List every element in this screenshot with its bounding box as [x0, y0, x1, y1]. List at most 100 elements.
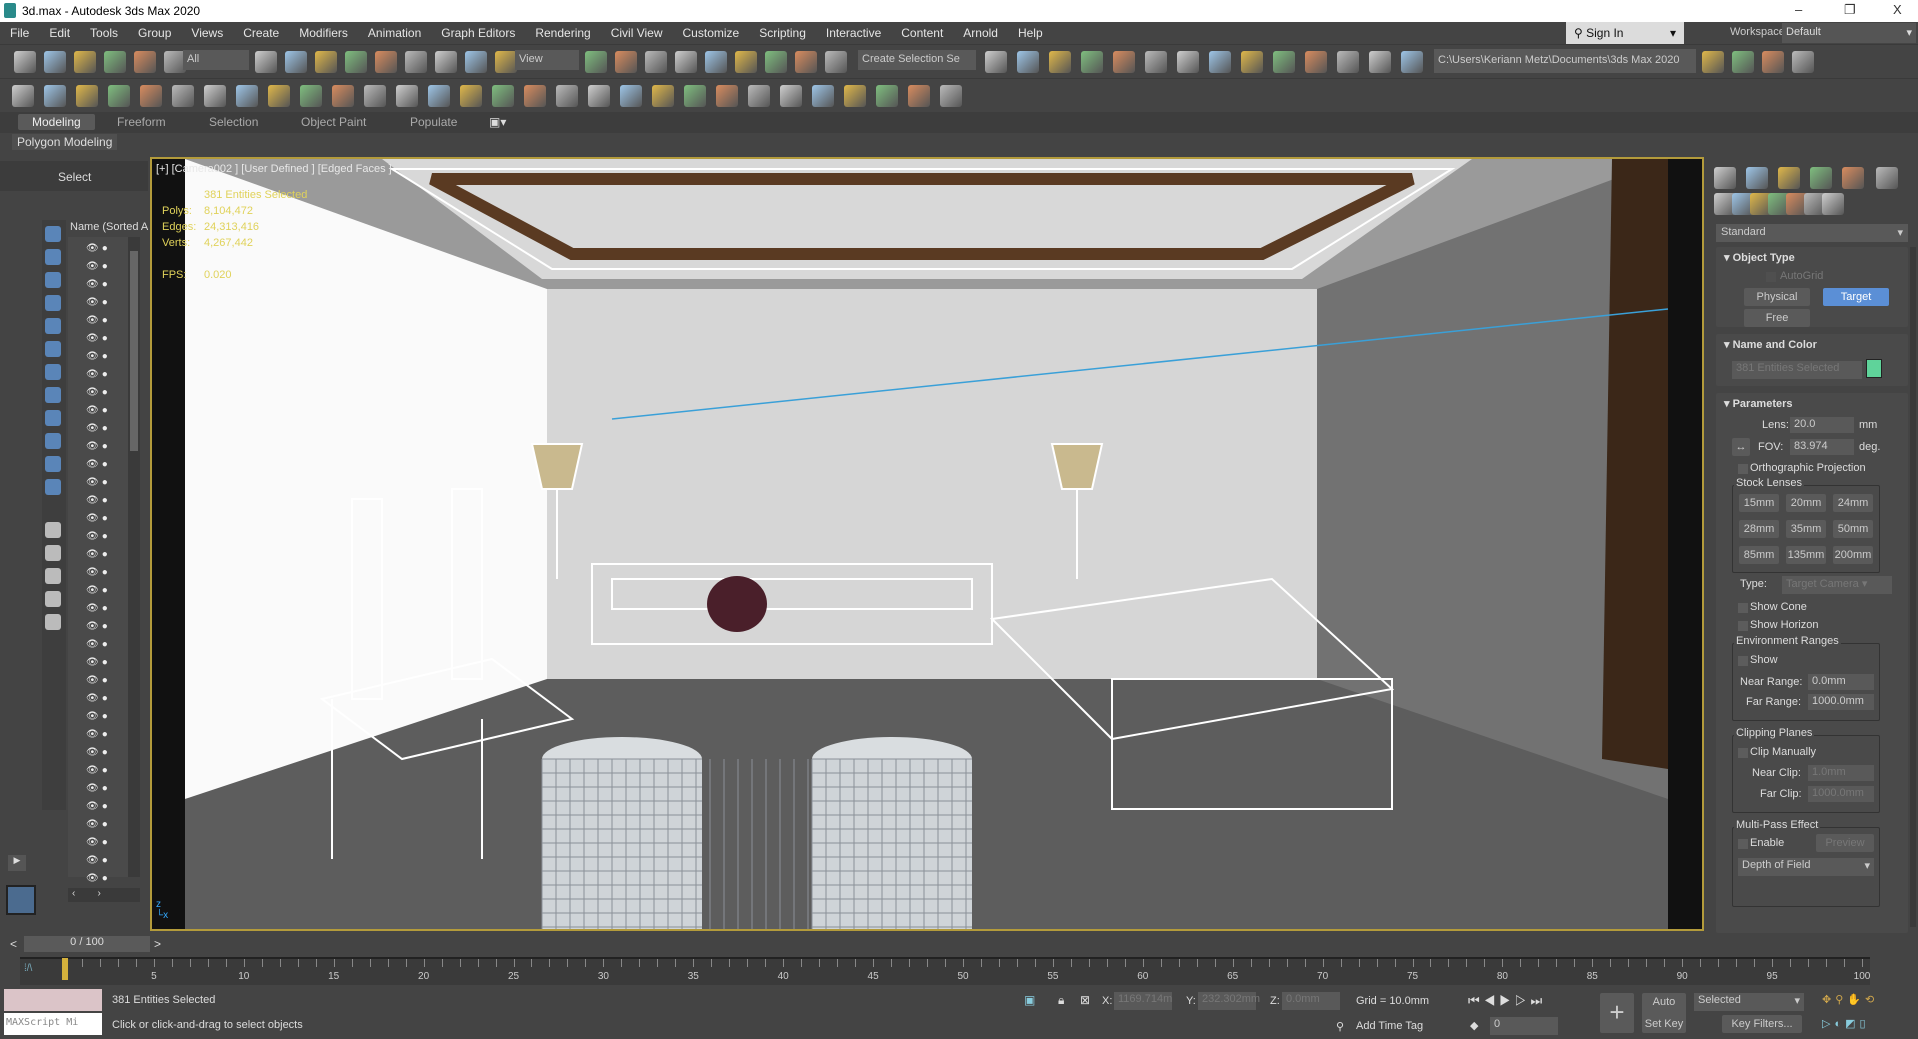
explorer-filter-icon[interactable] — [45, 226, 61, 242]
toolbar-tool-icon[interactable] — [364, 85, 386, 107]
toolbar-tool-icon[interactable] — [14, 51, 36, 73]
object-visibility-row[interactable]: 👁︎● — [86, 405, 111, 416]
object-visibility-row[interactable]: 👁︎● — [86, 711, 111, 722]
toolbar-tool-icon[interactable] — [1241, 51, 1263, 73]
toolbar-tool-icon[interactable] — [844, 85, 866, 107]
set-key-button[interactable]: Set Key — [1642, 1015, 1686, 1033]
toolbar-tool-icon[interactable] — [268, 85, 290, 107]
stock-lens-24mm-button[interactable]: 24mm — [1833, 494, 1873, 512]
previous-frame-button[interactable]: < — [10, 937, 17, 951]
toolbar-tool-icon[interactable] — [780, 85, 802, 107]
ribbon-tab-populate[interactable]: Populate — [410, 115, 457, 129]
object-visibility-row[interactable]: 👁︎● — [86, 315, 111, 326]
command-panel-scrollbar[interactable] — [1910, 247, 1916, 927]
toolbar-tool-icon[interactable] — [716, 85, 738, 107]
explorer-filter-icon[interactable] — [45, 591, 61, 607]
toolbar-tool-icon[interactable] — [1337, 51, 1359, 73]
toolbar-tool-icon[interactable] — [74, 51, 96, 73]
next-frame-button[interactable]: > — [154, 937, 161, 951]
restore-button[interactable]: ❐ — [1844, 2, 1856, 18]
toolbar-tool-icon[interactable] — [76, 85, 98, 107]
explorer-filter-icon[interactable] — [45, 433, 61, 449]
toolbar-tool-icon[interactable] — [435, 51, 457, 73]
playback-controls[interactable]: ⏮◀▶▷⏭ — [1468, 993, 1546, 1009]
fov-spinner[interactable]: 83.974 — [1790, 439, 1854, 455]
explorer-filter-icon[interactable] — [45, 456, 61, 472]
toolbar-tool-icon[interactable] — [1746, 167, 1768, 189]
toolbar-tool-icon[interactable] — [1702, 51, 1724, 73]
toolbar-tool-icon[interactable] — [588, 85, 610, 107]
toolbar-tool-icon[interactable] — [285, 51, 307, 73]
ribbon-options-icon[interactable]: ▣▾ — [489, 115, 506, 129]
object-visibility-row[interactable]: 👁︎● — [86, 423, 111, 434]
menu-civil-view[interactable]: Civil View — [601, 22, 673, 44]
stock-lens-200mm-button[interactable]: 200mm — [1833, 546, 1873, 564]
z-coordinate-field[interactable]: 0.0mm — [1282, 992, 1340, 1010]
toolbar-tool-icon[interactable] — [460, 85, 482, 107]
toolbar-tool-icon[interactable] — [1145, 51, 1167, 73]
add-time-tag[interactable]: Add Time Tag — [1356, 1020, 1423, 1032]
toolbar-tool-icon[interactable] — [315, 51, 337, 73]
toolbar-tool-icon[interactable] — [12, 85, 34, 107]
layer-explorer-icon[interactable] — [6, 885, 36, 915]
current-frame-field[interactable]: 0 — [1490, 1017, 1558, 1035]
set-key-icon[interactable]: + — [1600, 993, 1634, 1033]
toolbar-tool-icon[interactable] — [172, 85, 194, 107]
explorer-filter-icon[interactable] — [45, 318, 61, 334]
camera-type-dropdown[interactable]: Target Camera ▾ — [1782, 576, 1892, 594]
effect-dropdown[interactable]: Depth of Field ▾ — [1738, 858, 1874, 876]
menu-rendering[interactable]: Rendering — [525, 22, 600, 44]
polygon-modeling-panel[interactable]: Polygon Modeling — [12, 134, 118, 150]
object-visibility-row[interactable]: 👁︎● — [86, 531, 111, 542]
explorer-filter-icon[interactable] — [45, 364, 61, 380]
object-visibility-row[interactable]: 👁︎● — [86, 513, 111, 524]
toolbar-tool-icon[interactable] — [795, 51, 817, 73]
toolbar-tool-icon[interactable] — [940, 85, 962, 107]
toolbar-tool-icon[interactable] — [44, 51, 66, 73]
reference-coordinate-dropdown[interactable]: View — [515, 50, 579, 70]
key-mode-icon[interactable]: ◆ — [1470, 1019, 1478, 1032]
toolbar-tool-icon[interactable] — [1305, 51, 1327, 73]
toolbar-tool-icon[interactable] — [495, 51, 517, 73]
time-slider-thumb[interactable]: 0 / 100 — [24, 936, 150, 952]
toolbar-tool-icon[interactable] — [908, 85, 930, 107]
toolbar-tool-icon[interactable] — [375, 51, 397, 73]
object-visibility-row[interactable]: 👁︎● — [86, 729, 111, 740]
toolbar-tool-icon[interactable] — [1732, 51, 1754, 73]
near-clip-spinner[interactable]: 1.0mm — [1808, 765, 1874, 781]
menu-animation[interactable]: Animation — [358, 22, 431, 44]
object-visibility-row[interactable]: 👁︎● — [86, 387, 111, 398]
free-camera-button[interactable]: Free — [1744, 309, 1810, 327]
explorer-filter-icon[interactable] — [45, 249, 61, 265]
menu-arnold[interactable]: Arnold — [953, 22, 1008, 44]
viewport-label-menu[interactable]: [+] [Camera002 ] [User Defined ] [Edged … — [156, 163, 392, 175]
toolbar-tool-icon[interactable] — [1369, 51, 1391, 73]
toolbar-tool-icon[interactable] — [1778, 167, 1800, 189]
object-visibility-row[interactable]: 👁︎● — [86, 495, 111, 506]
toolbar-tool-icon[interactable] — [524, 85, 546, 107]
toolbar-tool-icon[interactable] — [44, 85, 66, 107]
toolbar-tool-icon[interactable] — [1842, 167, 1864, 189]
object-visibility-row[interactable]: 👁︎● — [86, 855, 111, 866]
toolbar-tool-icon[interactable] — [428, 85, 450, 107]
maxscript-mini-listener[interactable]: MAXScript Mi — [4, 1013, 102, 1035]
explorer-filter-icon[interactable] — [45, 614, 61, 630]
toolbar-tool-icon[interactable] — [1876, 167, 1898, 189]
menu-create[interactable]: Create — [233, 22, 289, 44]
menu-content[interactable]: Content — [891, 22, 953, 44]
object-color-swatch[interactable] — [1866, 359, 1882, 378]
object-visibility-row[interactable]: 👁︎● — [86, 333, 111, 344]
object-visibility-row[interactable]: 👁︎● — [86, 657, 111, 668]
workspace-dropdown[interactable]: Default ▾ — [1782, 23, 1916, 43]
env-show-checkbox[interactable] — [1738, 656, 1748, 666]
isolate-selection-icon[interactable]: ▣ — [1024, 993, 1035, 1007]
toolbar-tool-icon[interactable] — [1792, 51, 1814, 73]
toolbar-tool-icon[interactable] — [825, 51, 847, 73]
toolbar-tool-icon[interactable] — [675, 51, 697, 73]
time-tag-icon[interactable]: ⚲ — [1336, 1020, 1344, 1033]
toolbar-tool-icon[interactable] — [1714, 167, 1736, 189]
explorer-filter-icon[interactable] — [45, 387, 61, 403]
explorer-filter-icon[interactable] — [45, 295, 61, 311]
toolbar-tool-icon[interactable] — [1762, 51, 1784, 73]
toolbar-tool-icon[interactable] — [735, 51, 757, 73]
